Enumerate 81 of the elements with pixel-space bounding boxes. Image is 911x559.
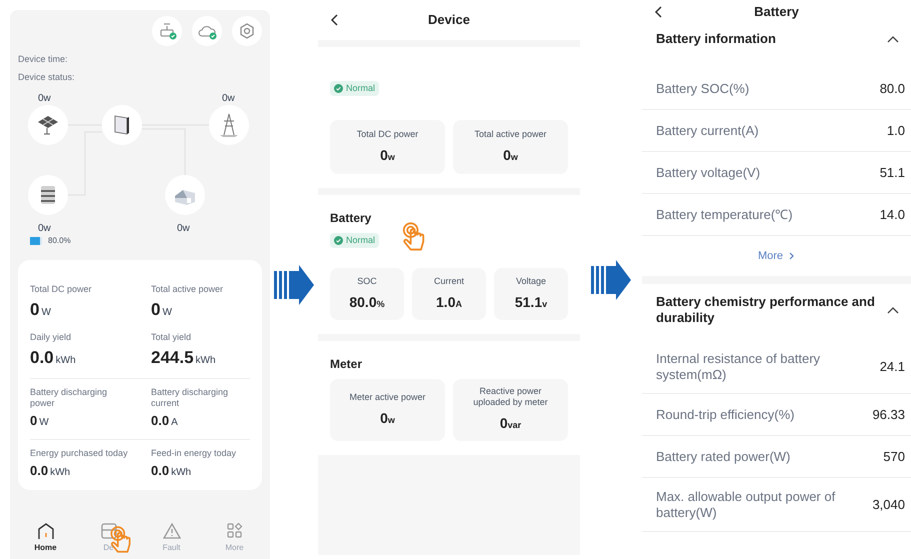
stat-value: 0.0 kWh bbox=[30, 462, 72, 480]
status-badge: Normal bbox=[330, 233, 380, 248]
row-label: Battery temperature(℃) bbox=[656, 206, 794, 222]
metric-label: Total DC power bbox=[356, 128, 420, 140]
chevron-right-icon bbox=[789, 252, 796, 260]
back-icon[interactable] bbox=[330, 13, 340, 27]
row-label: Round-trip efficiency(%) bbox=[656, 406, 796, 422]
metric-label: Current bbox=[432, 276, 465, 286]
metric-label: Total active power bbox=[473, 128, 548, 140]
check-circle-icon bbox=[334, 236, 343, 245]
arrow-icon bbox=[591, 260, 631, 300]
metric-label: Meter active power bbox=[348, 392, 427, 402]
stat-label: Feed-in energy today bbox=[151, 448, 238, 458]
more-link[interactable]: More bbox=[758, 248, 796, 264]
back-icon[interactable] bbox=[654, 5, 664, 19]
status-badge: Normal bbox=[330, 81, 380, 96]
stat-value: 0 W bbox=[151, 299, 173, 321]
stat-label: Energy purchased today bbox=[30, 448, 129, 458]
connector-line bbox=[142, 128, 186, 175]
metric-label: Voltage bbox=[514, 276, 548, 286]
power-reading: 0w bbox=[177, 222, 190, 236]
home-icon bbox=[36, 521, 56, 541]
info-label: Device status: bbox=[18, 71, 75, 83]
row-value: 51.1 bbox=[880, 164, 905, 182]
metric-value: 0var bbox=[500, 414, 522, 433]
stat-value: 0.0 kWh bbox=[30, 346, 77, 368]
stat-value: 244.5 kWh bbox=[151, 346, 217, 368]
stat-value: 0.0 kWh bbox=[151, 462, 192, 480]
screen-title: Battery bbox=[754, 3, 799, 22]
metric-value: 1.0A bbox=[436, 292, 462, 312]
row-value: 3,040 bbox=[872, 496, 905, 514]
row-label: Battery current(A) bbox=[656, 122, 760, 138]
metric-label: SOC bbox=[356, 276, 378, 286]
check-circle-icon bbox=[334, 84, 343, 93]
stat-label: Daily yield bbox=[30, 332, 72, 342]
metric-value: 51.1v bbox=[514, 292, 548, 312]
info-label: Device time: bbox=[18, 53, 68, 65]
stat-label: Total active power bbox=[151, 284, 224, 295]
device-icon bbox=[98, 521, 118, 541]
row-value: 14.0 bbox=[880, 206, 905, 224]
stat-value: 0 W bbox=[30, 299, 52, 321]
chevron-up-icon[interactable] bbox=[887, 35, 899, 43]
row-label: Battery voltage(V) bbox=[656, 164, 762, 180]
nav-tab[interactable]: More bbox=[212, 521, 256, 553]
row-label: Max. allowable output power of battery(W) bbox=[656, 488, 836, 520]
stat-label: Total DC power bbox=[30, 284, 93, 295]
row-label: Internal resistance of battery system(mΩ) bbox=[656, 350, 822, 382]
metric-value: 0w bbox=[503, 146, 518, 164]
row-value: 1.0 bbox=[886, 122, 905, 140]
nav-tab[interactable]: Home bbox=[24, 521, 68, 553]
nav-tab[interactable]: De bbox=[86, 521, 130, 553]
arrow-icon bbox=[274, 264, 314, 304]
chevron-up-icon[interactable] bbox=[887, 306, 899, 314]
section-title: Battery bbox=[330, 210, 372, 227]
row-label: Battery rated power(W) bbox=[656, 448, 792, 464]
nav-tab[interactable]: Fault bbox=[150, 521, 194, 553]
power-reading: 0w bbox=[38, 92, 51, 106]
metric-value: 80.0% bbox=[349, 292, 385, 312]
connector-line bbox=[68, 131, 102, 196]
metric-label: Reactive power uploaded by meter bbox=[472, 386, 549, 408]
row-label: Battery SOC(%) bbox=[656, 80, 750, 96]
stat-label: Total yield bbox=[151, 332, 192, 342]
section-title: Battery chemistry performance and durability bbox=[656, 294, 876, 326]
row-value: 24.1 bbox=[880, 358, 905, 376]
power-reading: 0w bbox=[38, 222, 51, 236]
stat-value: 0.0 A bbox=[151, 412, 179, 430]
row-value: 80.0 bbox=[880, 80, 905, 98]
section-title: Battery information bbox=[656, 31, 777, 47]
warning-icon bbox=[162, 521, 182, 541]
row-value: 570 bbox=[883, 448, 905, 466]
metric-value: 0w bbox=[380, 408, 395, 428]
section-title: Meter bbox=[330, 356, 362, 373]
row-value: 96.33 bbox=[872, 406, 905, 424]
metric-value: 0w bbox=[380, 146, 395, 164]
stat-value: 0W bbox=[30, 412, 50, 430]
battery-level-bar bbox=[30, 237, 42, 245]
battery-soc: 80.0% bbox=[48, 235, 71, 247]
screen-title: Device bbox=[428, 11, 470, 30]
stat-label: Battery discharging current bbox=[151, 387, 230, 409]
power-reading: 0w bbox=[222, 92, 235, 106]
stat-label: Battery discharging power bbox=[30, 387, 108, 409]
